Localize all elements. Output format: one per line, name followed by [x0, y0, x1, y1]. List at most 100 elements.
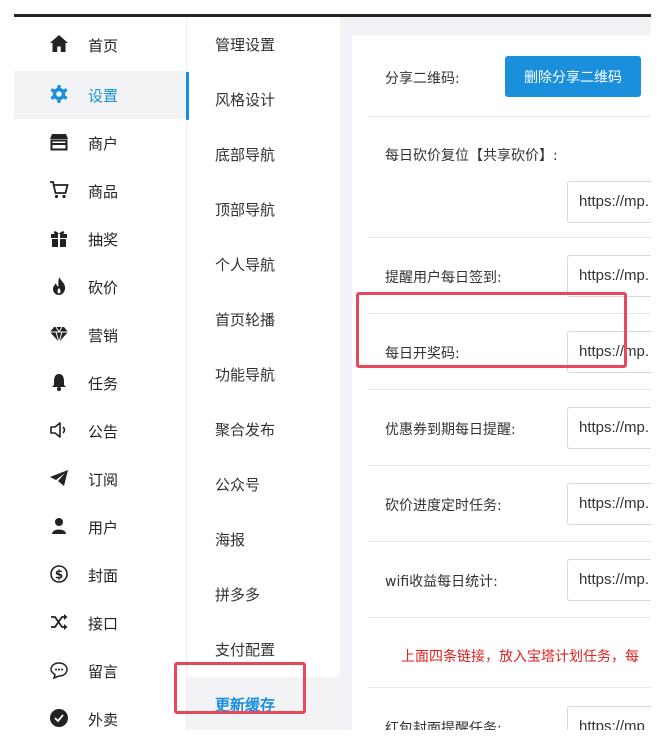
gift-icon: [48, 227, 70, 249]
sidebar-item-label: 用户: [88, 518, 119, 537]
store-icon: [48, 131, 70, 153]
speaker-icon: [48, 419, 70, 441]
subnav-item-poster[interactable]: 海报: [187, 512, 341, 567]
bargain-progress-url-field[interactable]: https://mp.: [567, 483, 651, 525]
reward-badge-icon: [48, 707, 70, 729]
shuffle-icon: [48, 611, 70, 633]
subnav-item-feature-nav[interactable]: 功能导航: [187, 347, 341, 402]
main-sidebar: 首页 设置 商户 商品 抽奖 砍价 营销 任务 公告 订阅 用户 $ 封面 接口…: [14, 17, 186, 730]
divider: [368, 541, 651, 542]
sidebar-item-label: 营销: [88, 326, 119, 345]
sidebar-item-bargain[interactable]: 砍价: [14, 263, 186, 311]
diamond-icon: [48, 323, 70, 345]
wifi-stats-label: wifi收益每日统计:: [385, 574, 498, 590]
sidebar-item-label: 砍价: [88, 278, 119, 297]
sidebar-item-label: 订阅: [88, 470, 119, 489]
flame-icon: [48, 275, 70, 297]
sidebar-item-takeout[interactable]: 外卖: [14, 695, 186, 730]
sidebar-item-users[interactable]: 用户: [14, 503, 186, 551]
sidebar-item-label: 设置: [88, 86, 119, 105]
subnav-item-label: 功能导航: [215, 366, 276, 384]
subnav-item-top-nav[interactable]: 顶部导航: [187, 182, 341, 237]
lottery-daily-label: 每日开奖码:: [385, 346, 460, 362]
subnav-item-aggregate-publish[interactable]: 聚合发布: [187, 402, 341, 457]
bell-icon: [48, 371, 70, 393]
subnav-item-update-cache[interactable]: 更新缓存: [187, 677, 341, 730]
content-panel: 分享二维码: 删除分享二维码 每日砍价复位【共享砍价】: https://mp.…: [352, 35, 651, 730]
sidebar-item-products[interactable]: 商品: [14, 167, 186, 215]
home-icon: [48, 33, 70, 55]
chat-bubble-icon: [48, 659, 70, 681]
coupon-expiry-url-field[interactable]: https://mp.: [567, 407, 651, 449]
subnav-item-official-account[interactable]: 公众号: [187, 457, 341, 512]
red-packet-cover-label: 红包封面提醒任务:: [385, 721, 502, 730]
cart-icon: [48, 179, 70, 201]
divider: [368, 389, 651, 390]
subnav-item-label: 顶部导航: [215, 201, 276, 219]
share-qr-label: 分享二维码:: [385, 71, 460, 87]
lottery-daily-url-field[interactable]: https://mp.: [567, 331, 651, 373]
subnav-item-label: 底部导航: [215, 146, 276, 164]
sidebar-item-label: 接口: [88, 614, 119, 633]
coupon-expiry-label: 优惠券到期每日提醒:: [385, 422, 516, 438]
send-icon: [48, 467, 70, 489]
divider: [368, 237, 651, 238]
subnav-item-label: 个人导航: [215, 256, 276, 274]
bargain-progress-label: 砍价进度定时任务:: [385, 498, 502, 514]
cron-task-note: 上面四条链接，放入宝塔计划任务，每: [401, 649, 639, 665]
subnav-item-style[interactable]: 风格设计: [187, 72, 341, 127]
sidebar-item-cover[interactable]: $ 封面: [14, 551, 186, 599]
subnav-item-label: 管理设置: [215, 36, 276, 54]
bargain-reset-url-field[interactable]: https://mp.: [567, 181, 651, 223]
sidebar-item-settings[interactable]: 设置: [14, 71, 186, 119]
user-icon: [48, 515, 70, 537]
sidebar-item-label: 公告: [88, 422, 119, 441]
subnav-item-label: 公众号: [215, 476, 261, 494]
bargain-reset-label: 每日砍价复位【共享砍价】:: [385, 148, 558, 164]
dollar-circle-icon: $: [48, 563, 70, 585]
sidebar-item-subscriptions[interactable]: 订阅: [14, 455, 186, 503]
wifi-stats-url-field[interactable]: https://mp.: [567, 559, 651, 601]
sidebar-item-label: 封面: [88, 566, 119, 585]
sidebar-item-home[interactable]: 首页: [14, 21, 186, 69]
subnav-item-label: 更新缓存: [215, 696, 276, 714]
divider: [368, 617, 651, 618]
app-window: 首页 设置 商户 商品 抽奖 砍价 营销 任务 公告 订阅 用户 $ 封面 接口…: [14, 14, 651, 730]
sidebar-item-lottery[interactable]: 抽奖: [14, 215, 186, 263]
sidebar-item-label: 商品: [88, 182, 119, 201]
sidebar-item-label: 商户: [88, 134, 119, 153]
subnav-item-label: 聚合发布: [215, 421, 276, 439]
delete-share-qr-button[interactable]: 删除分享二维码: [505, 56, 641, 97]
svg-text:$: $: [55, 568, 63, 582]
signin-reminder-label: 提醒用户每日签到:: [385, 270, 502, 286]
gear-icon: [48, 83, 70, 105]
subnav-item-bottom-nav[interactable]: 底部导航: [187, 127, 341, 182]
sidebar-item-merchant[interactable]: 商户: [14, 119, 186, 167]
sidebar-item-label: 任务: [88, 374, 119, 393]
sidebar-item-label: 首页: [88, 36, 119, 55]
divider: [368, 465, 651, 466]
sidebar-item-label: 外卖: [88, 710, 119, 729]
subnav-item-management[interactable]: 管理设置: [187, 17, 341, 72]
sidebar-item-label: 留言: [88, 662, 119, 681]
subnav-item-label: 支付配置: [215, 641, 276, 659]
subnav-item-label: 海报: [215, 531, 246, 549]
subnav-item-personal-nav[interactable]: 个人导航: [187, 237, 341, 292]
red-packet-cover-url-field[interactable]: https://mp: [567, 706, 651, 730]
divider: [368, 687, 651, 688]
subnav-item-label: 拼多多: [215, 586, 261, 604]
divider: [368, 313, 651, 314]
sidebar-item-messages[interactable]: 留言: [14, 647, 186, 695]
settings-subnav: 管理设置 风格设计 底部导航 顶部导航 个人导航 首页轮播 功能导航 聚合发布 …: [186, 17, 341, 730]
sidebar-item-announcements[interactable]: 公告: [14, 407, 186, 455]
subnav-item-payment[interactable]: 支付配置: [187, 622, 341, 677]
sidebar-item-tasks[interactable]: 任务: [14, 359, 186, 407]
subnav-item-pinduoduo[interactable]: 拼多多: [187, 567, 341, 622]
sidebar-item-marketing[interactable]: 营销: [14, 311, 186, 359]
divider: [368, 116, 651, 117]
sidebar-item-api[interactable]: 接口: [14, 599, 186, 647]
subnav-item-label: 首页轮播: [215, 311, 276, 329]
subnav-item-home-carousel[interactable]: 首页轮播: [187, 292, 341, 347]
sidebar-item-label: 抽奖: [88, 230, 119, 249]
signin-reminder-url-field[interactable]: https://mp.: [567, 255, 651, 297]
